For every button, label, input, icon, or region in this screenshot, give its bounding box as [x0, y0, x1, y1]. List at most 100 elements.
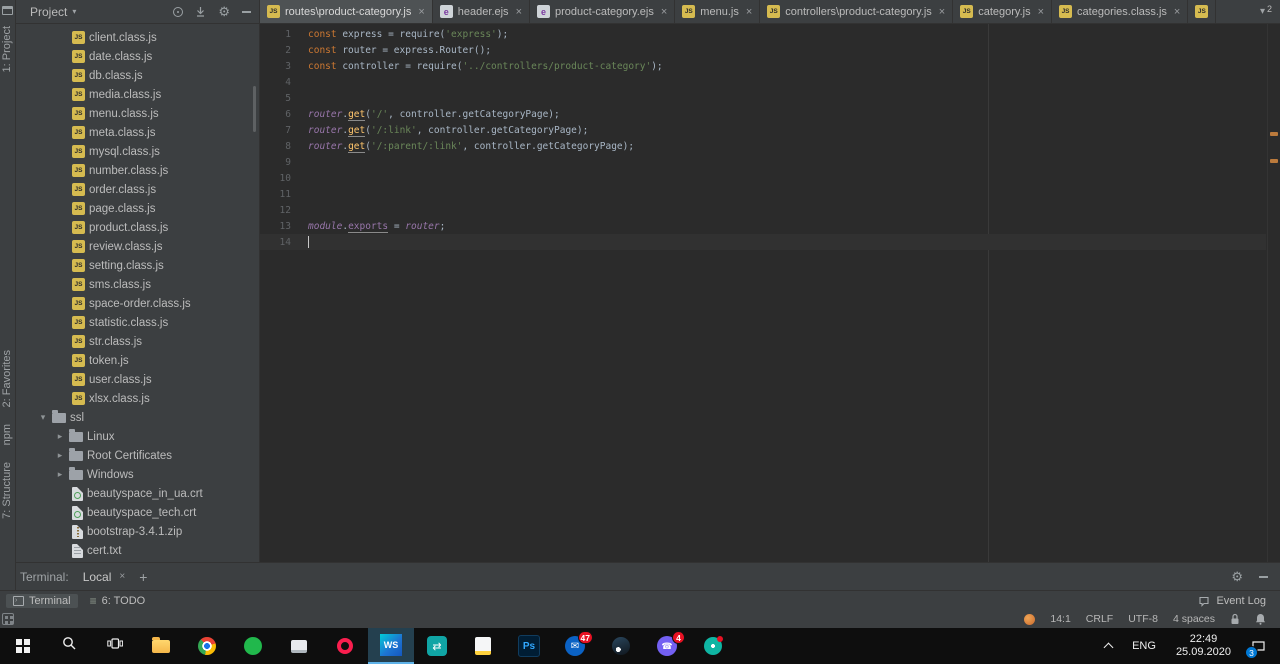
- close-tab-icon[interactable]: ×: [939, 6, 945, 18]
- code-line[interactable]: 11: [260, 186, 1266, 202]
- code-line[interactable]: 9: [260, 154, 1266, 170]
- editor-pane[interactable]: 1 const express = require('express'); 2 con…: [260, 24, 1280, 562]
- tree-row[interactable]: JS db.class.js: [16, 66, 259, 85]
- encoding-widget[interactable]: UTF-8: [1128, 613, 1158, 625]
- chrome-button[interactable]: [184, 628, 230, 664]
- new-terminal-session-icon[interactable]: +: [139, 569, 147, 585]
- tree-row[interactable]: JS number.class.js: [16, 161, 259, 180]
- tree-row[interactable]: JS date.class.js: [16, 47, 259, 66]
- close-tab-icon[interactable]: ×: [1038, 6, 1044, 18]
- tree-row[interactable]: JS str.class.js: [16, 332, 259, 351]
- chevron-down-icon[interactable]: ▾: [72, 7, 76, 16]
- lock-icon[interactable]: [1230, 613, 1240, 625]
- tree-row[interactable]: ▾ ssl: [16, 408, 259, 427]
- tree-row[interactable]: JS product.class.js: [16, 218, 259, 237]
- teal-arrows-app-button[interactable]: ⇄: [414, 628, 460, 664]
- tree-row[interactable]: ▸ Root Certificates: [16, 446, 259, 465]
- code-area[interactable]: 1 const express = require('express'); 2 con…: [260, 26, 1266, 250]
- editor-tab[interactable]: JS routes\product-category.js ×: [260, 0, 433, 23]
- notes-app-button[interactable]: [460, 628, 506, 664]
- tool-window-button-structure[interactable]: 7: Structure: [1, 462, 13, 519]
- tree-row[interactable]: JS meta.class.js: [16, 123, 259, 142]
- caret-position-widget[interactable]: 14:1: [1050, 613, 1070, 625]
- code-line[interactable]: 5: [260, 90, 1266, 106]
- tree-row[interactable]: JS token.js: [16, 351, 259, 370]
- code-line[interactable]: 10: [260, 170, 1266, 186]
- steam-app-button[interactable]: [598, 628, 644, 664]
- editor-tab[interactable]: JS controllers\product-category.js ×: [760, 0, 954, 23]
- event-log-button[interactable]: Event Log: [1216, 595, 1266, 607]
- code-line[interactable]: 4: [260, 74, 1266, 90]
- terminal-tab-local[interactable]: Local ×: [83, 570, 126, 584]
- project-panel-title[interactable]: Project: [30, 5, 67, 19]
- tray-clock[interactable]: 22:49 25.09.2020: [1168, 628, 1239, 664]
- tree-row[interactable]: JS statistic.class.js: [16, 313, 259, 332]
- file-explorer-button[interactable]: [138, 628, 184, 664]
- code-line[interactable]: 8 router.get('/:parent/:link', controller…: [260, 138, 1266, 154]
- close-icon[interactable]: ×: [119, 571, 125, 582]
- tool-window-button-project[interactable]: 1: Project: [1, 26, 13, 72]
- tree-row[interactable]: JS sms.class.js: [16, 275, 259, 294]
- chevron-right-icon[interactable]: ▸: [55, 431, 65, 442]
- close-tab-icon[interactable]: ×: [1174, 6, 1180, 18]
- tree-scrollbar[interactable]: [253, 86, 256, 132]
- code-line[interactable]: 12: [260, 202, 1266, 218]
- close-tab-icon[interactable]: ×: [746, 6, 752, 18]
- terminal-toolwindow-button[interactable]: › Terminal: [6, 593, 78, 608]
- editor-tab[interactable]: JS menu.js ×: [675, 0, 761, 23]
- tree-row[interactable]: JS mysql.class.js: [16, 142, 259, 161]
- editor-tab[interactable]: JS: [1188, 0, 1217, 23]
- task-view-button[interactable]: [92, 628, 138, 664]
- hide-panel-icon[interactable]: [1259, 575, 1268, 578]
- tree-row[interactable]: JS order.class.js: [16, 180, 259, 199]
- editor-tab[interactable]: JS categories.class.js ×: [1052, 0, 1189, 23]
- settings-gear-icon[interactable]: ⚙: [218, 5, 230, 18]
- chevron-down-icon[interactable]: ▾: [38, 412, 48, 423]
- teal-dot-app-button[interactable]: [690, 628, 736, 664]
- tree-row[interactable]: JS client.class.js: [16, 28, 259, 47]
- start-button[interactable]: [0, 628, 46, 664]
- webstorm-button[interactable]: WS: [368, 628, 414, 664]
- tree-row[interactable]: beautyspace_tech.crt: [16, 503, 259, 522]
- error-stripe[interactable]: [1267, 24, 1280, 562]
- chevron-right-icon[interactable]: ▸: [55, 469, 65, 480]
- chevron-right-icon[interactable]: ▸: [55, 450, 65, 461]
- green-circle-app-button[interactable]: [230, 628, 276, 664]
- tree-row[interactable]: JS xlsx.class.js: [16, 389, 259, 408]
- tree-row[interactable]: JS space-order.class.js: [16, 294, 259, 313]
- red-ring-app-button[interactable]: [322, 628, 368, 664]
- inspection-bell-icon[interactable]: [1255, 613, 1266, 625]
- code-line[interactable]: 1 const express = require('express');: [260, 26, 1266, 42]
- close-tab-icon[interactable]: ×: [516, 6, 522, 18]
- tool-window-button-npm[interactable]: npm: [1, 424, 13, 445]
- mail-app-button[interactable]: ✉ 47: [552, 628, 598, 664]
- event-indicator-icon[interactable]: [1024, 613, 1036, 625]
- todo-toolwindow-button[interactable]: ≡ 6: TODO: [90, 595, 146, 607]
- viber-app-button[interactable]: ☎ 4: [644, 628, 690, 664]
- tree-row[interactable]: cert.txt: [16, 541, 259, 560]
- action-center-button[interactable]: 3: [1243, 628, 1274, 664]
- tree-row[interactable]: JS menu.class.js: [16, 104, 259, 123]
- tree-row[interactable]: JS user.class.js: [16, 370, 259, 389]
- tray-expand-button[interactable]: [1097, 628, 1120, 664]
- editor-tab[interactable]: e product-category.ejs ×: [530, 0, 676, 23]
- tree-row[interactable]: bootstrap-3.4.1.zip: [16, 522, 259, 541]
- tree-row[interactable]: JS review.class.js: [16, 237, 259, 256]
- search-button[interactable]: [46, 628, 92, 664]
- tree-row[interactable]: beautyspace_in_ua.crt: [16, 484, 259, 503]
- editor-tab[interactable]: e header.ejs ×: [433, 0, 530, 23]
- code-line[interactable]: 13 module.exports = router;: [260, 218, 1266, 234]
- monitor-app-button[interactable]: [276, 628, 322, 664]
- tree-row[interactable]: JS page.class.js: [16, 199, 259, 218]
- tree-row[interactable]: JS media.class.js: [16, 85, 259, 104]
- collapse-all-icon[interactable]: [195, 6, 206, 17]
- tree-row[interactable]: JS setting.class.js: [16, 256, 259, 275]
- tree-row[interactable]: ▸ Linux: [16, 427, 259, 446]
- tree-row[interactable]: ▸ Windows: [16, 465, 259, 484]
- code-line[interactable]: 14: [260, 234, 1266, 250]
- code-line[interactable]: 2 const router = express.Router();: [260, 42, 1266, 58]
- settings-gear-icon[interactable]: ⚙: [1231, 570, 1243, 583]
- editor-tab[interactable]: JS category.js ×: [953, 0, 1053, 23]
- close-tab-icon[interactable]: ×: [661, 6, 667, 18]
- close-tab-icon[interactable]: ×: [418, 6, 424, 18]
